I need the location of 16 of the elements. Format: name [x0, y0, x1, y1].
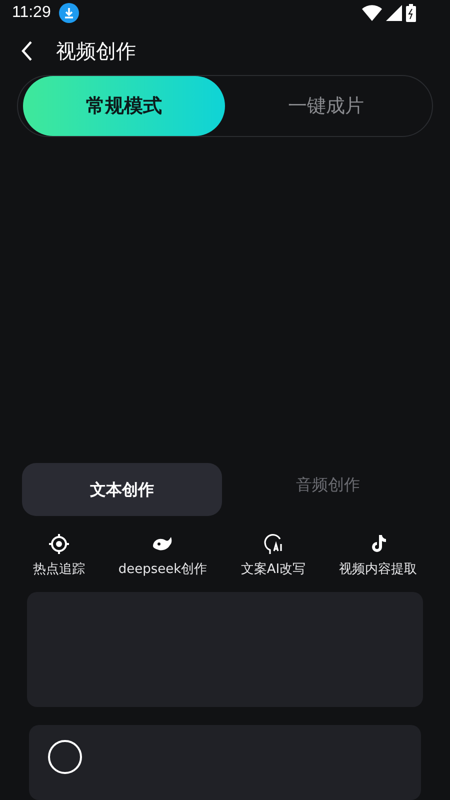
sub-tab[interactable]: 文本创作	[22, 463, 222, 516]
page-title: 视频创作	[56, 38, 136, 65]
signal-icon	[386, 4, 402, 21]
download-icon	[58, 2, 79, 23]
tool-button[interactable]: 热点追踪	[32, 532, 85, 578]
battery-icon	[406, 4, 416, 22]
circle-icon	[47, 738, 83, 775]
tool-button[interactable]: 文案AI改写	[240, 532, 306, 578]
mode-tab[interactable]: 常规模式	[23, 76, 225, 136]
mode-tab[interactable]: 一键成片	[225, 76, 427, 136]
wifi-icon	[362, 4, 382, 21]
sub-tab[interactable]: 音频创作	[228, 463, 428, 516]
crosshair-icon	[46, 532, 71, 556]
tool-button[interactable]: 视频内容提取	[339, 532, 418, 578]
status-time: 11:29	[12, 4, 51, 22]
tool-button[interactable]: deepseek创作	[118, 532, 208, 578]
